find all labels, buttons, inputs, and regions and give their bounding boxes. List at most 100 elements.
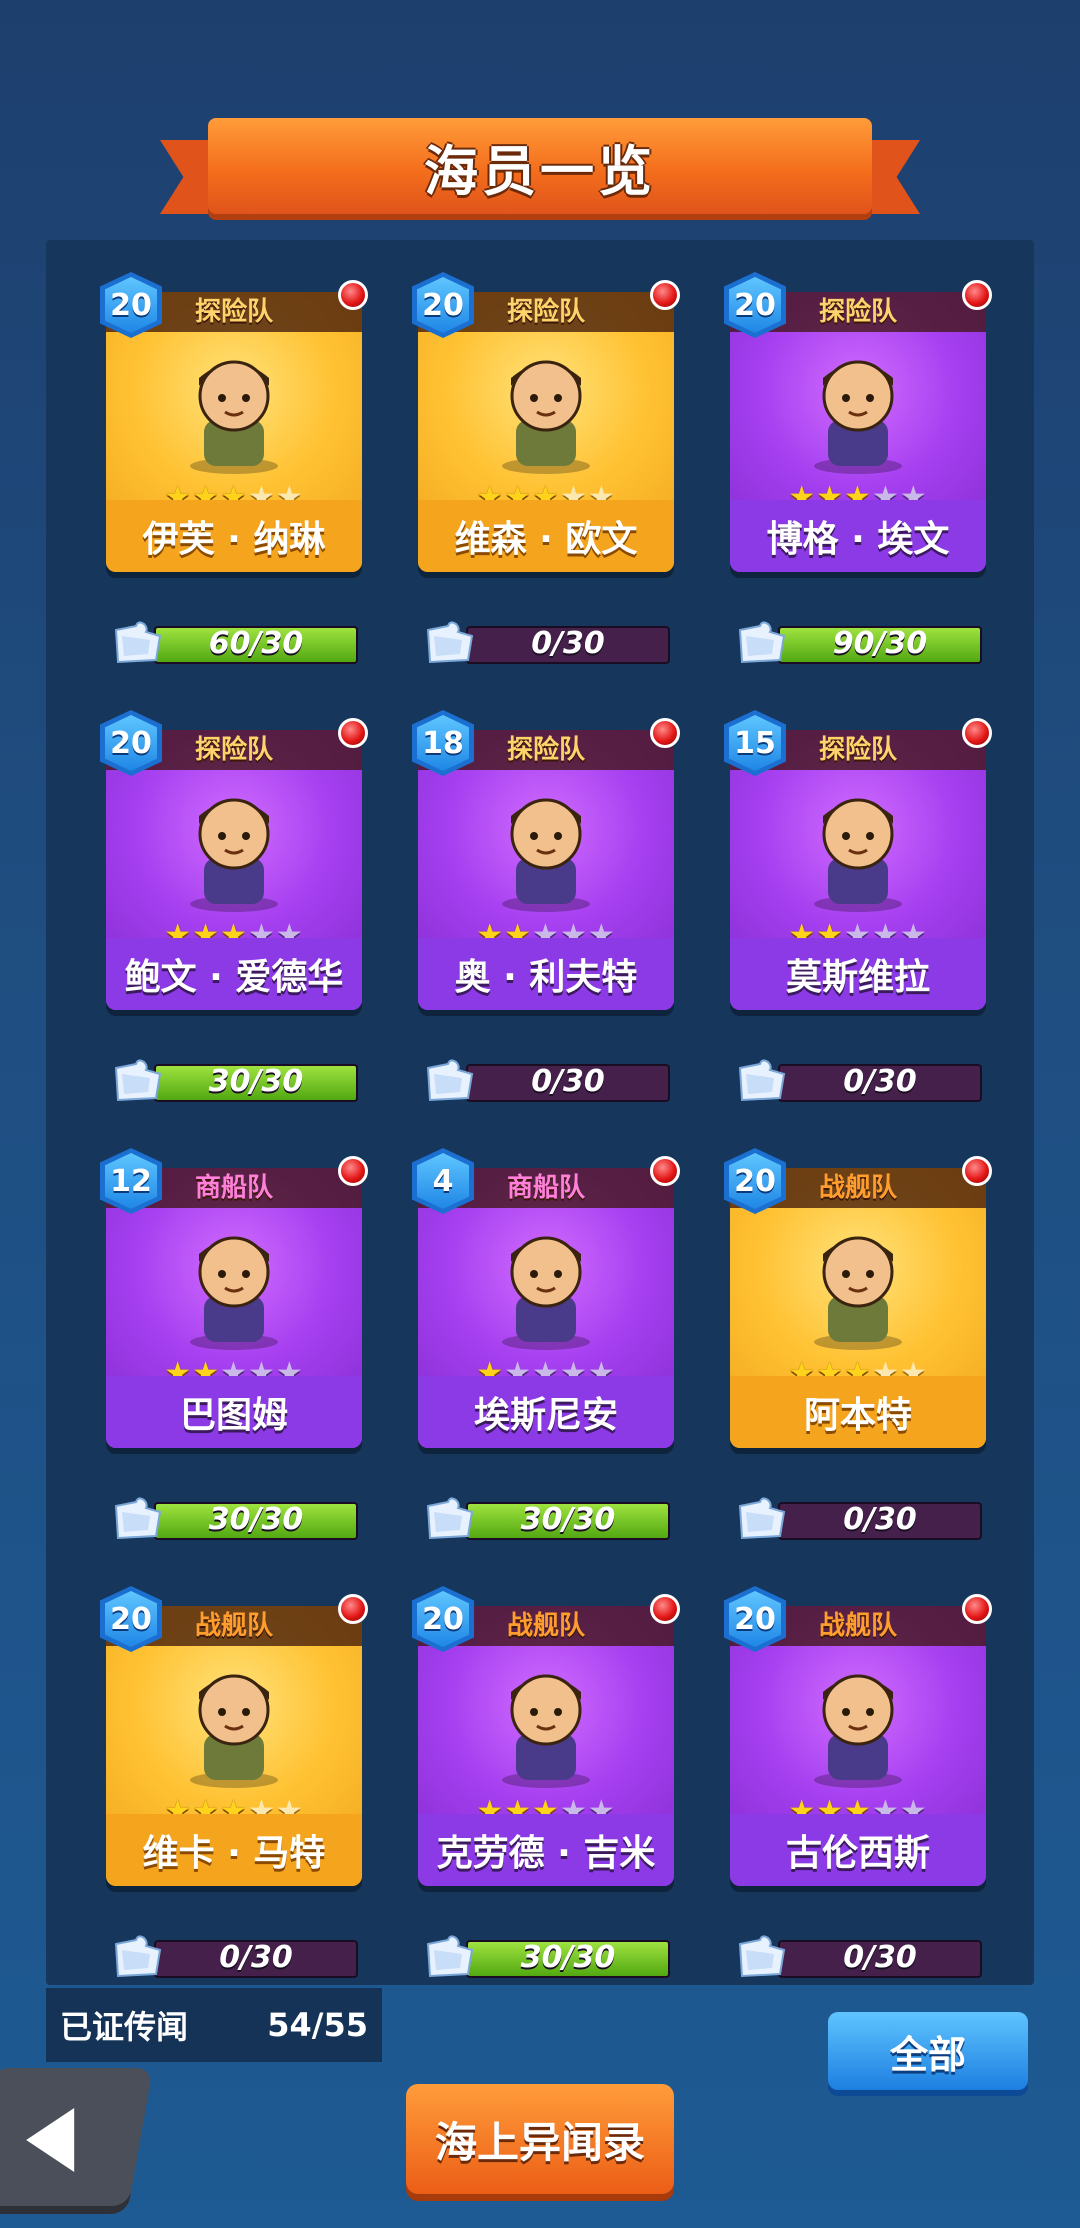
crew-name: 博格 · 埃文 [730,500,986,572]
shard-progress-track: 0/30 [778,1940,982,1978]
shard-progress: 0/30 [422,1058,670,1102]
crew-card[interactable]: 探险队 ★★★★★ 莫斯维拉 15 0/30 [680,670,992,1102]
shard-progress-text: 30/30 [208,1064,304,1099]
crew-card[interactable]: 探险队 ★★★★★ 奥 · 利夫特 18 0/30 [368,670,680,1102]
crew-portrait [471,1652,621,1792]
crew-name: 克劳德 · 吉米 [418,1814,674,1886]
crew-portrait [471,776,621,916]
crew-name: 伊芙 · 纳琳 [106,500,362,572]
level-value: 20 [422,1601,464,1637]
shard-progress-track: 90/30 [778,626,982,664]
level-value: 18 [422,725,464,761]
shard-progress-text: 90/30 [832,626,928,661]
level-value: 20 [734,1601,776,1637]
filter-all-button[interactable]: 全部 [828,2012,1028,2090]
puzzle-piece-icon [110,620,170,666]
shard-progress-text: 0/30 [843,1502,917,1537]
notification-dot-icon [962,1156,992,1186]
shard-progress-track: 0/30 [466,1064,670,1102]
crew-portrait [159,1214,309,1354]
crew-name: 阿本特 [730,1376,986,1448]
crew-grid[interactable]: 探险队 ★★★★★ 伊芙 · 纳琳 20 60/30 探险队 ★★★★★ 维森 · 欧文 20 0… [46,240,1034,1985]
shard-progress: 30/30 [110,1496,358,1540]
crew-card[interactable]: 探险队 ★★★★★ 维森 · 欧文 20 0/30 [368,240,680,664]
shard-progress-track: 0/30 [778,1502,982,1540]
puzzle-piece-icon [110,1496,170,1542]
shard-progress-track: 0/30 [778,1064,982,1102]
collected-counter: 已证传闻 54/55 [46,1988,382,2062]
crew-portrait [783,776,933,916]
notification-dot-icon [962,718,992,748]
shard-progress-track: 30/30 [154,1064,358,1102]
puzzle-piece-icon [422,1496,482,1542]
notification-dot-icon [338,1594,368,1624]
shard-progress-text: 0/30 [843,1064,917,1099]
puzzle-piece-icon [734,1496,794,1542]
crew-portrait [159,776,309,916]
shard-progress: 30/30 [422,1496,670,1540]
shard-progress-track: 60/30 [154,626,358,664]
crew-name: 维卡 · 马特 [106,1814,362,1886]
shard-progress-track: 0/30 [154,1940,358,1978]
crew-portrait [471,1214,621,1354]
crew-card-frame: 战舰队 ★★★★★ 古伦西斯 [730,1606,986,1886]
notification-dot-icon [962,280,992,310]
level-value: 20 [422,287,464,323]
crew-card[interactable]: 战舰队 ★★★★★ 克劳德 · 吉米 20 30/30 [368,1546,680,1978]
crew-card-frame: 探险队 ★★★★★ 维森 · 欧文 [418,292,674,572]
shard-progress-text: 60/30 [208,626,304,661]
puzzle-piece-icon [734,620,794,666]
shard-progress-text: 0/30 [843,1940,917,1975]
shard-progress: 90/30 [734,620,982,664]
shard-progress: 0/30 [734,1496,982,1540]
shard-progress-text: 0/30 [531,1064,605,1099]
crew-card[interactable]: 商船队 ★★★★★ 巴图姆 12 30/30 [56,1108,368,1540]
puzzle-piece-icon [110,1058,170,1104]
puzzle-piece-icon [422,1058,482,1104]
crew-card-frame: 商船队 ★★★★★ 巴图姆 [106,1168,362,1448]
page-title: 海员一览 [424,139,656,203]
notification-dot-icon [338,1156,368,1186]
shard-progress: 0/30 [734,1058,982,1102]
shard-progress: 0/30 [734,1934,982,1978]
crew-name: 鲍文 · 爱德华 [106,938,362,1010]
shard-progress-track: 30/30 [154,1502,358,1540]
puzzle-piece-icon [734,1058,794,1104]
shard-progress-text: 30/30 [520,1502,616,1537]
level-value: 20 [110,1601,152,1637]
crew-name: 维森 · 欧文 [418,500,674,572]
crew-name: 埃斯尼安 [418,1376,674,1448]
sea-log-button[interactable]: 海上异闻录 [406,2084,674,2194]
crew-card[interactable]: 探险队 ★★★★★ 伊芙 · 纳琳 20 60/30 [56,240,368,664]
level-value: 20 [734,287,776,323]
crew-portrait [783,338,933,478]
crew-card[interactable]: 探险队 ★★★★★ 博格 · 埃文 20 90/30 [680,240,992,664]
title-banner: 海员一览 [160,118,920,228]
crew-card-frame: 战舰队 ★★★★★ 阿本特 [730,1168,986,1448]
notification-dot-icon [650,280,680,310]
crew-card[interactable]: 探险队 ★★★★★ 鲍文 · 爱德华 20 30/30 [56,670,368,1102]
back-button[interactable] [0,2068,153,2214]
shard-progress: 30/30 [110,1058,358,1102]
notification-dot-icon [338,718,368,748]
crew-card[interactable]: 战舰队 ★★★★★ 古伦西斯 20 0/30 [680,1546,992,1978]
crew-card-frame: 战舰队 ★★★★★ 维卡 · 马特 [106,1606,362,1886]
crew-card-frame: 探险队 ★★★★★ 鲍文 · 爱德华 [106,730,362,1010]
notification-dot-icon [338,280,368,310]
puzzle-piece-icon [734,1934,794,1980]
banner-body: 海员一览 [208,118,872,214]
shard-progress: 30/30 [422,1934,670,1978]
crew-card-frame: 探险队 ★★★★★ 伊芙 · 纳琳 [106,292,362,572]
shard-progress-track: 30/30 [466,1502,670,1540]
crew-card[interactable]: 战舰队 ★★★★★ 维卡 · 马特 20 0/30 [56,1546,368,1978]
crew-portrait [159,1652,309,1792]
crew-card[interactable]: 战舰队 ★★★★★ 阿本特 20 0/30 [680,1108,992,1540]
notification-dot-icon [650,718,680,748]
collected-label: 已证传闻 [60,2008,189,2046]
shard-progress: 60/30 [110,620,358,664]
level-value: 4 [432,1163,454,1199]
shard-progress: 0/30 [422,620,670,664]
level-value: 15 [734,725,776,761]
crew-card-frame: 探险队 ★★★★★ 奥 · 利夫特 [418,730,674,1010]
crew-card[interactable]: 商船队 ★★★★★ 埃斯尼安 4 30/30 [368,1108,680,1540]
